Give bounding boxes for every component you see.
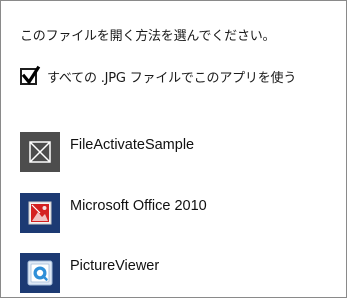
app-name: FileActivateSample <box>70 137 195 153</box>
app-item-pictureviewer[interactable]: PictureViewer <box>20 252 159 294</box>
checkmark-icon <box>21 65 41 85</box>
app-name: Microsoft Office 2010 <box>70 198 207 214</box>
placeholder-x-icon <box>20 132 60 172</box>
open-with-dialog: このファイルを開く方法を選んでください。 すべての .JPG ファイルでこのアプ… <box>0 0 347 298</box>
picture-viewer-icon <box>20 253 60 293</box>
office-picture-manager-icon <box>20 193 60 233</box>
always-use-checkbox[interactable] <box>20 65 41 85</box>
app-item-fileactivatesample[interactable]: FileActivateSample <box>20 131 194 173</box>
always-use-option[interactable]: すべての .JPG ファイルでこのアプリを使う <box>20 65 296 87</box>
app-item-microsoft-office-2010[interactable]: Microsoft Office 2010 <box>20 192 207 234</box>
app-name: PictureViewer <box>70 258 160 274</box>
always-use-label: すべての .JPG ファイルでこのアプリを使う <box>47 70 297 86</box>
dialog-prompt: このファイルを開く方法を選んでください。 <box>20 29 276 44</box>
